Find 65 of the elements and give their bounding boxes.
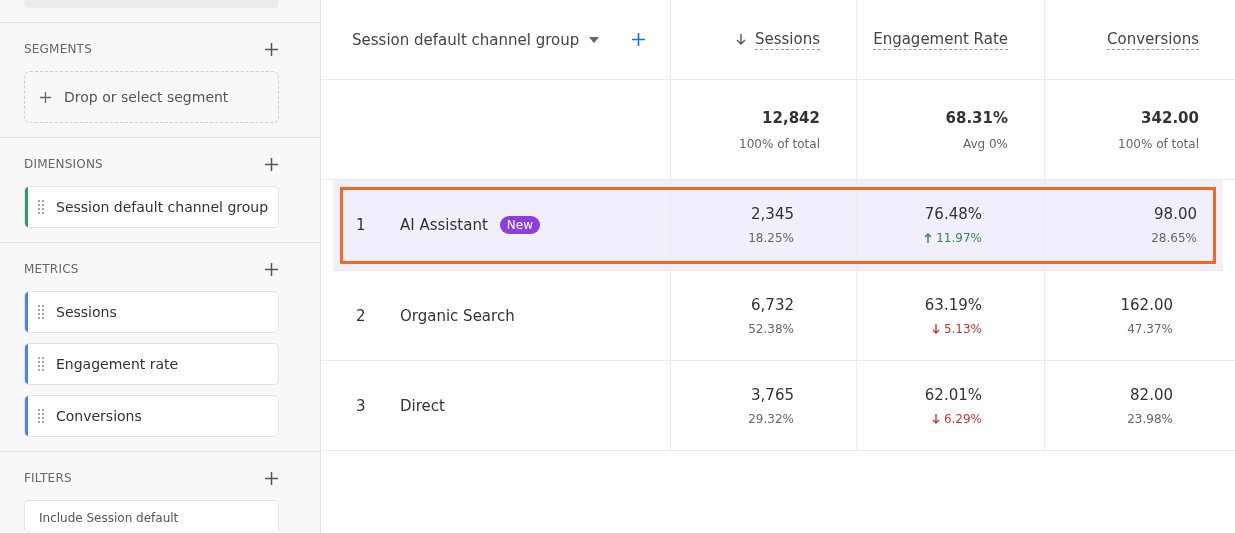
caret-icon[interactable] — [589, 36, 600, 43]
total-value: 342.00 — [1141, 108, 1199, 127]
segment-dropzone[interactable]: Drop or select segment — [24, 71, 279, 123]
add-icon[interactable] — [264, 261, 279, 277]
row-rank: 3 — [356, 396, 367, 415]
cell-value: 76.48% — [924, 205, 982, 223]
drag-handle-icon[interactable] — [38, 357, 44, 371]
cell-value: 82.00 — [1130, 385, 1173, 404]
add-icon[interactable] — [264, 41, 279, 57]
share-value: 52.38% — [748, 321, 794, 336]
drag-handle-icon[interactable] — [38, 200, 44, 214]
highlighted-row[interactable]: 1 AI Assistant New 2,345 18.25% 76.48% 11.97% 98.00 28.65% — [333, 180, 1223, 271]
cell-value: 6,732 — [751, 295, 794, 314]
chip-label: Session default channel group — [56, 199, 269, 215]
table-row[interactable]: 3 Direct 3,765 29.32% 62.01% 6.29% 82.00 23.98% — [321, 361, 1235, 451]
change-value: 5.13% — [931, 321, 982, 336]
share-value: 23.98% — [1127, 411, 1173, 426]
row-rank: 1 — [356, 216, 367, 234]
field-chip[interactable]: Conversions — [24, 395, 279, 437]
section-title: METRICS — [24, 262, 79, 276]
total-caption: 100% of total — [739, 136, 820, 151]
total-value: 12,842 — [762, 108, 820, 127]
field-chip[interactable]: Session default channel group — [24, 186, 279, 228]
drag-handle-icon[interactable] — [38, 305, 44, 319]
cell-value: 98.00 — [1154, 205, 1197, 223]
section-title: DIMENSIONS — [24, 157, 103, 171]
cell-value: 62.01% — [924, 385, 982, 404]
chip-label: Sessions — [56, 304, 117, 320]
share-value: 28.65% — [1151, 231, 1197, 245]
share-value: 18.25% — [748, 231, 794, 245]
channel-name: Direct — [400, 396, 445, 415]
channel-name: Organic Search — [400, 306, 515, 325]
cell-value: 162.00 — [1120, 295, 1173, 314]
cell-value: 3,765 — [751, 385, 794, 404]
channel-name: AI Assistant — [400, 216, 488, 234]
chip-label: Conversions — [56, 408, 142, 424]
add-icon — [39, 90, 52, 104]
change-value: 6.29% — [931, 411, 982, 426]
table-row[interactable]: 2 Organic Search 6,732 52.38% 63.19% 5.13% 162.00 47.37% — [321, 271, 1235, 361]
section-title: SEGMENTS — [24, 42, 92, 56]
row-rank: 2 — [356, 306, 367, 325]
filter-chip[interactable]: Include Session default — [24, 500, 279, 530]
column-header[interactable]: Conversions — [1107, 29, 1199, 50]
new-badge: New — [499, 216, 540, 234]
dropzone-text: Drop or select segment — [64, 89, 229, 105]
cell-value: 63.19% — [924, 295, 982, 314]
total-caption: Avg 0% — [962, 136, 1008, 151]
change-value: 11.97% — [924, 231, 982, 245]
add-icon[interactable] — [264, 470, 279, 486]
field-chip[interactable]: Sessions — [24, 291, 279, 333]
column-header[interactable]: Session default channel group — [352, 30, 580, 49]
column-header[interactable]: Sessions — [754, 29, 820, 50]
add-icon[interactable] — [631, 32, 647, 47]
add-icon[interactable] — [264, 156, 279, 172]
column-header[interactable]: Engagement Rate — [873, 29, 1008, 50]
share-value: 29.32% — [748, 411, 794, 426]
drag-handle-icon[interactable] — [38, 409, 44, 423]
sort-arrow-icon[interactable] — [735, 33, 746, 46]
cell-value: 2,345 — [751, 205, 794, 223]
share-value: 47.37% — [1127, 321, 1173, 336]
total-caption: 100% of total — [1118, 136, 1199, 151]
chip-label: Engagement rate — [56, 356, 179, 372]
total-value: 68.31% — [945, 108, 1008, 127]
section-title: FILTERS — [24, 471, 72, 485]
field-chip[interactable]: Engagement rate — [24, 343, 279, 385]
